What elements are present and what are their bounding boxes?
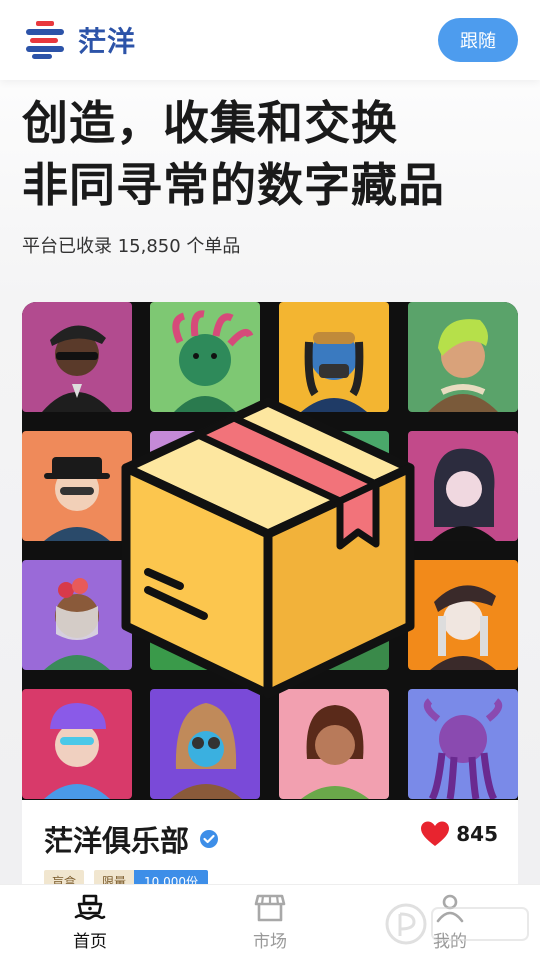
avatar-tile	[22, 431, 132, 541]
nav-market[interactable]: 市场	[180, 885, 360, 960]
like-count: 845	[456, 822, 498, 846]
collection-image[interactable]	[22, 302, 518, 800]
avatar-tile	[22, 560, 132, 670]
avatar-tile	[22, 689, 132, 799]
nav-home[interactable]: 首页	[0, 885, 180, 960]
market-store-icon	[254, 894, 286, 922]
avatar-tile	[22, 302, 132, 412]
box-icon	[121, 397, 415, 699]
title-line-2: 非同寻常的数字藏品	[22, 158, 445, 212]
collection-title-row: 茫洋俱乐部	[44, 818, 219, 860]
follow-button[interactable]: 跟随	[438, 18, 518, 62]
avatar-tile	[150, 689, 260, 799]
brand-name: 茫洋	[78, 25, 137, 58]
title-line-1: 创造，收集和交换	[22, 96, 398, 150]
nav-label: 首页	[73, 932, 107, 952]
collection-name[interactable]: 茫洋俱乐部	[44, 818, 189, 860]
home-ship-icon	[74, 894, 106, 920]
top-header: 茫洋 跟随	[0, 0, 540, 80]
avatar-tile	[408, 431, 518, 541]
page-title: 创造，收集和交换 非同寻常的数字藏品	[22, 92, 522, 216]
collection-count: 平台已收录 15,850 个单品	[22, 236, 241, 257]
nav-label: 市场	[253, 932, 287, 952]
heart-icon[interactable]	[420, 820, 450, 848]
like-counter[interactable]: 845	[420, 820, 498, 848]
watermark-logo	[385, 903, 529, 945]
verified-icon	[200, 830, 219, 848]
avatar-tile	[279, 689, 389, 799]
avatar-tile	[408, 560, 518, 670]
brand[interactable]: 茫洋	[24, 20, 136, 60]
collection-card[interactable]: 茫洋俱乐部 845 盲盒 限量 10,000份	[22, 302, 518, 912]
avatar-tile	[408, 689, 518, 799]
avatar-tile	[408, 302, 518, 412]
logo-icon	[26, 21, 64, 59]
